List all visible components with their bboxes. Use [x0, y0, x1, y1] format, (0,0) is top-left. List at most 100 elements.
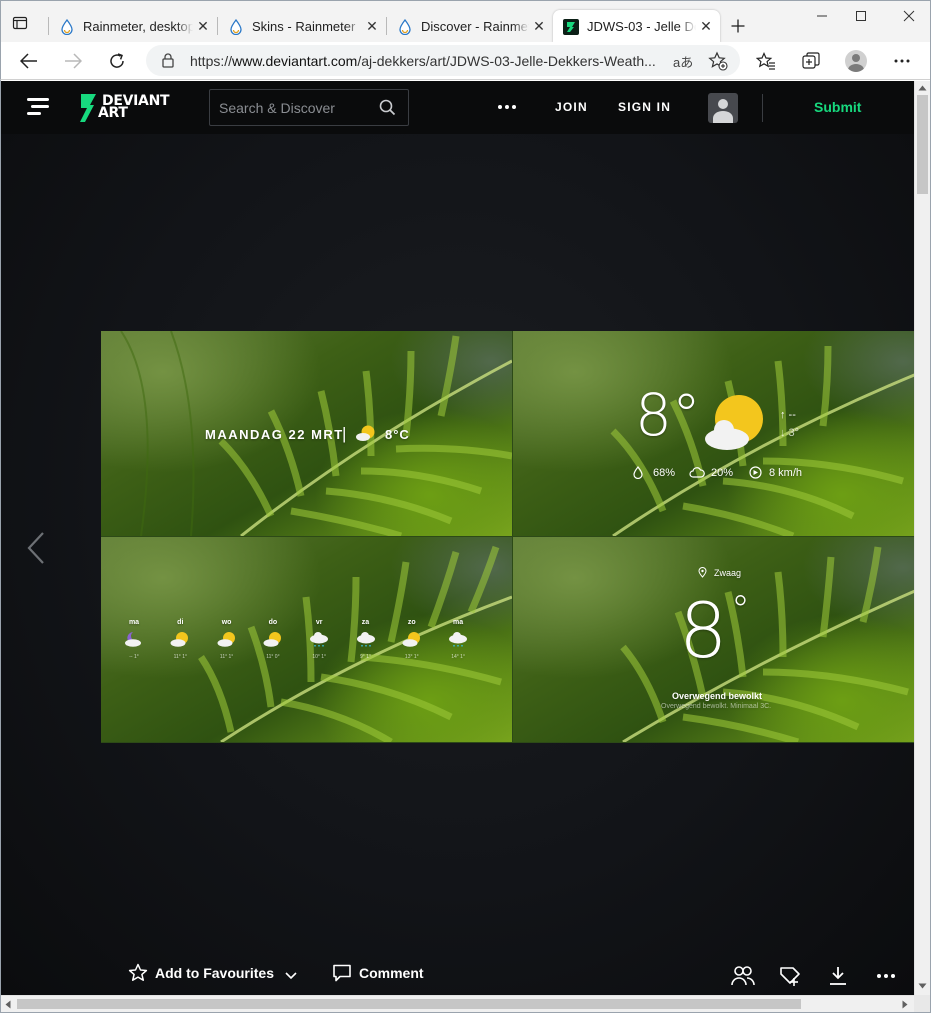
tab-label: Skins - Rainmeter: [252, 19, 356, 34]
submit-button[interactable]: Submit: [814, 99, 861, 115]
sun-cloud-icon: [217, 631, 237, 647]
degree-symbol: °: [731, 588, 750, 632]
read-aloud-icon[interactable]: aあ: [673, 52, 693, 71]
forecast-temp: 11° 1°: [219, 654, 234, 660]
window-frame: [0, 80, 1, 1013]
watch-users-icon[interactable]: [730, 963, 756, 989]
artwork-panel-forecast: ma -- 1° di 11° 1° wo 11° 1° do 11° 0° vr 10° 1° z…: [101, 537, 512, 742]
forecast-day-label: za: [361, 619, 370, 626]
sun-cloud-icon: [263, 631, 283, 647]
sun-cloud-icon: [705, 395, 763, 450]
scroll-right-arrow-icon[interactable]: [902, 1000, 908, 1009]
tab-discover-rainmeter[interactable]: Discover - Rainmeter ✕: [387, 10, 553, 43]
more-actions-icon[interactable]: [873, 963, 899, 989]
site-header: DEVIANT ART Search & Discover JOIN SIGN …: [1, 81, 914, 134]
tab-jdws-03[interactable]: JDWS-03 - Jelle Dekkers ✕: [553, 10, 720, 43]
horizontal-scroll-thumb[interactable]: [17, 999, 801, 1009]
deviantart-page: DEVIANT ART Search & Discover JOIN SIGN …: [1, 81, 914, 995]
header-divider: [762, 94, 763, 122]
forecast-day-label: ma: [453, 619, 464, 626]
collections-icon[interactable]: [796, 46, 826, 76]
artwork-panel-location: Zwaag 8 ° Overwegend bewolkt Overwegend …: [513, 537, 914, 742]
favourites-dropdown-icon[interactable]: [281, 963, 301, 989]
weather-condition: Overwegend bewolkt: [672, 691, 763, 701]
forecast-day-label: ma: [128, 619, 140, 626]
cloud-cover-value: 20%: [711, 467, 734, 479]
forecast-temp: 13° 1°: [404, 654, 419, 660]
sun-cloud-icon: [356, 425, 375, 441]
sun-cloud-icon: [402, 631, 422, 647]
tab-label: Rainmeter, desktop customization: [83, 19, 193, 34]
profile-avatar-icon[interactable]: [841, 46, 871, 76]
temp-low: ↓ 3°: [780, 427, 800, 439]
tab-rainmeter-home[interactable]: Rainmeter, desktop customization ✕: [49, 10, 217, 43]
url-text[interactable]: https://www.deviantart.com/aj-dekkers/ar…: [190, 53, 660, 69]
tab-actions-icon[interactable]: [7, 10, 33, 36]
scroll-down-arrow-icon[interactable]: [918, 983, 927, 989]
user-avatar-icon[interactable]: [708, 93, 738, 123]
menu-icon[interactable]: [27, 98, 49, 116]
tab-skins-rainmeter[interactable]: Skins - Rainmeter ✕: [218, 10, 386, 43]
artwork-image[interactable]: MAANDAG 22 MRT | 8°C 8° ↑ -- ↓ 3° 68% 20…: [101, 331, 914, 743]
vertical-scrollbar[interactable]: [914, 81, 930, 995]
forecast-day-label: wo: [221, 619, 232, 626]
comment-label: Comment: [359, 965, 424, 981]
url-prefix: https://: [190, 53, 233, 69]
star-icon: [128, 963, 148, 981]
forward-arrow-icon[interactable]: [58, 46, 88, 76]
favourites-label: Add to Favourites: [155, 965, 275, 981]
sign-in-link[interactable]: SIGN IN: [618, 100, 671, 114]
forecast-day-label: di: [177, 619, 184, 626]
night-cloud-icon: [124, 631, 144, 647]
search-input[interactable]: Search & Discover: [209, 89, 409, 126]
add-favorite-icon[interactable]: [708, 51, 728, 71]
deviantart-logo-icon: [80, 94, 96, 122]
scroll-up-arrow-icon[interactable]: [918, 85, 927, 91]
forecast-day-label: zo: [407, 619, 416, 626]
forecast-temp: 14° 1°: [451, 654, 465, 660]
wind-value: 8 km/h: [769, 467, 803, 479]
join-link[interactable]: JOIN: [555, 100, 588, 114]
forecast-temp: 11° 0°: [266, 654, 280, 660]
artwork-panel-current: 8° ↑ -- ↓ 3° 68% 20% 8 km/h: [513, 331, 914, 536]
vertical-scroll-thumb[interactable]: [917, 95, 928, 194]
rain-cloud-icon: [356, 631, 376, 647]
deviantart-logo[interactable]: DEVIANT ART: [79, 94, 179, 122]
lock-icon[interactable]: [160, 52, 176, 68]
forecast-temp: -- 1°: [129, 654, 139, 660]
close-tab-icon[interactable]: ✕: [193, 17, 213, 37]
sun-cloud-icon: [170, 631, 190, 647]
search-placeholder: Search & Discover: [219, 100, 335, 116]
back-arrow-icon[interactable]: [14, 46, 44, 76]
settings-more-icon[interactable]: [887, 46, 917, 76]
more-options-icon[interactable]: [498, 105, 516, 109]
add-to-collection-icon[interactable]: [777, 963, 803, 989]
close-window-icon[interactable]: [896, 5, 922, 27]
forecast-temp: 10° 1°: [312, 654, 327, 660]
forecast-temp: 9° 1°: [360, 654, 371, 660]
wind-compass-icon: [749, 466, 762, 479]
forecast-day-label: do: [268, 619, 278, 626]
close-tab-icon[interactable]: ✕: [529, 17, 549, 37]
tab-label: JDWS-03 - Jelle Dekkers: [587, 19, 696, 34]
maximize-window-icon[interactable]: [848, 5, 874, 27]
close-tab-icon[interactable]: ✕: [696, 17, 716, 37]
address-bar[interactable]: https://www.deviantart.com/aj-dekkers/ar…: [146, 45, 740, 76]
comment-button[interactable]: Comment: [332, 963, 424, 983]
scroll-left-arrow-icon[interactable]: [5, 1000, 11, 1009]
previous-arrow-icon[interactable]: [25, 531, 47, 565]
refresh-icon[interactable]: [102, 46, 132, 76]
favorites-icon[interactable]: [751, 46, 781, 76]
deviation-action-bar: Add to Favourites Comment: [1, 957, 914, 995]
humidity-value: 68%: [653, 467, 676, 479]
download-icon[interactable]: [825, 963, 851, 989]
artwork-panel-date: MAANDAG 22 MRT | 8°C: [101, 331, 512, 536]
location-pin-icon: [698, 567, 707, 578]
search-icon[interactable]: [379, 99, 396, 116]
add-to-favourites-button[interactable]: Add to Favourites: [128, 963, 274, 983]
minimize-window-icon[interactable]: [809, 5, 835, 27]
close-tab-icon[interactable]: ✕: [362, 17, 382, 37]
rainmeter-drop-icon: [228, 18, 244, 35]
new-tab-icon[interactable]: [725, 13, 751, 39]
horizontal-scrollbar[interactable]: [1, 995, 914, 1012]
